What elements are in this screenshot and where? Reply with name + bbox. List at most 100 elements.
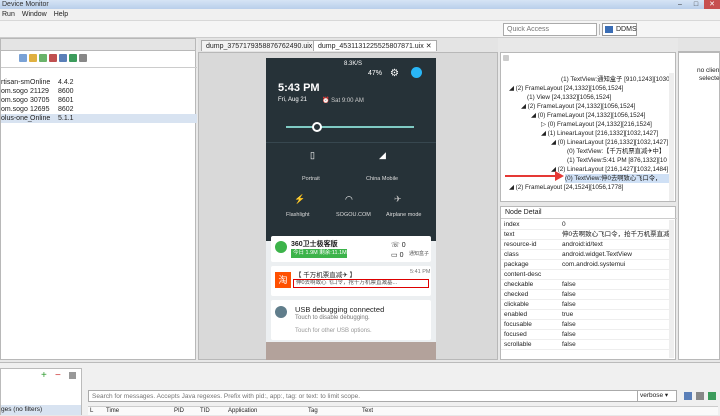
tree-node[interactable]: ◢ (2) FrameLayout [24,1332][1056,1524] bbox=[521, 102, 635, 111]
stop-icon[interactable] bbox=[48, 54, 57, 62]
add-filter-icon[interactable]: + bbox=[41, 371, 47, 381]
tree-node[interactable]: (0) TextView:【千万机票直减✈中】 bbox=[567, 147, 665, 156]
device-row-selected[interactable]: olus-one_ Online 5.1.1 bbox=[1, 114, 197, 123]
tree-node[interactable]: ◢ (2) FrameLayout [24,1332][1056,1524] bbox=[509, 84, 623, 93]
tree-node[interactable]: ◢ (2) FrameLayout [24,1524][1056,1778] bbox=[509, 183, 669, 192]
taobao-icon: 淘 bbox=[275, 272, 291, 288]
ddms-perspective-button[interactable]: DDMS bbox=[602, 23, 637, 36]
flashlight-icon[interactable]: ⚡ bbox=[294, 194, 305, 205]
tree-node[interactable]: ◢ (0) LinearLayout [216,1332][1032,1427] bbox=[551, 138, 668, 147]
tree-scrollbar[interactable] bbox=[669, 73, 674, 201]
clients-tabstrip bbox=[678, 38, 720, 52]
clear-log-icon[interactable] bbox=[696, 392, 704, 400]
prop-row[interactable]: checked false bbox=[501, 290, 673, 300]
user-avatar-icon[interactable] bbox=[411, 67, 422, 78]
device-screenshot[interactable]: 8.3K/S 47% ⚙ 5:43 PM Fri, Aug 21 ⏰ Sat 9… bbox=[266, 58, 436, 360]
view-menu-icon[interactable] bbox=[78, 54, 87, 62]
prop-row[interactable]: package com.android.systemui bbox=[501, 260, 673, 270]
prop-row[interactable]: text 伸0去啊致心飞口令，抢千万机票直减 bbox=[501, 230, 673, 240]
tree-node[interactable]: (1) TextView:5:41 PM [876,1332][10 bbox=[567, 156, 667, 165]
filter-item[interactable]: ges (no filters) bbox=[1, 405, 81, 415]
edit-filter-icon[interactable] bbox=[69, 372, 76, 379]
prop-row[interactable]: focusable false bbox=[501, 320, 673, 330]
logcat-header: L Time PID TID Application Tag Text bbox=[88, 406, 718, 415]
prop-row[interactable]: checkable false bbox=[501, 280, 673, 290]
minimize-button[interactable]: – bbox=[672, 0, 688, 9]
android-debug-icon bbox=[275, 306, 287, 318]
prop-row[interactable]: index 0 bbox=[501, 220, 673, 230]
tree-node[interactable]: (1) TextView:通知盒子 [910,1243][1030, bbox=[561, 75, 671, 84]
prop-row[interactable]: clickable false bbox=[501, 300, 673, 310]
heap-icon[interactable] bbox=[28, 54, 37, 62]
window-title: Device Monitor bbox=[2, 1, 49, 8]
clock-time: 5:43 PM bbox=[278, 82, 320, 94]
menu-help[interactable]: Help bbox=[54, 11, 68, 18]
tree-node-selected[interactable]: (0) TextView:伸0去啊致心飞口令， bbox=[565, 174, 669, 183]
expand-all-icon[interactable] bbox=[503, 55, 509, 61]
device-row[interactable]: om.sogo 21129 8600 bbox=[1, 87, 85, 96]
date-text: Fri, Aug 21 bbox=[278, 97, 308, 103]
prop-row[interactable]: resource-id android:id/text bbox=[501, 240, 673, 250]
devices-toolbar bbox=[19, 54, 87, 64]
menu-window[interactable]: Window bbox=[22, 11, 47, 18]
scroll-lock-icon[interactable] bbox=[708, 392, 716, 400]
logcat-search-input[interactable] bbox=[88, 390, 660, 402]
airplane-icon[interactable]: ✈ bbox=[394, 194, 402, 205]
tab-dump-1[interactable]: dump_3757179358876762490.uix bbox=[201, 40, 318, 51]
tree-node[interactable]: ◢ (0) FrameLayout [24,1332][1056,1524] bbox=[531, 111, 645, 120]
quick-settings-body bbox=[266, 171, 436, 241]
save-log-icon[interactable] bbox=[684, 392, 692, 400]
device-row[interactable]: om.sogo 12695 8602 bbox=[1, 105, 85, 114]
menu-run[interactable]: Run bbox=[2, 11, 15, 18]
detail-scrollbar[interactable] bbox=[669, 220, 674, 358]
menu-bar: Run Window Help bbox=[0, 9, 720, 21]
camera-icon[interactable] bbox=[58, 54, 67, 62]
device-row[interactable]: om.sogo 30705 8601 bbox=[1, 96, 85, 105]
prop-row[interactable]: class android.widget.TextView bbox=[501, 250, 673, 260]
wifi-label: SOGOU.COM bbox=[336, 212, 371, 218]
network-speed: 8.3K/S bbox=[344, 61, 363, 67]
notification-taobao[interactable]: 淘 【 千万机票直减✈ 】 5:41 PM 伸0去啊致心飞口令，抢千万机票直减基… bbox=[271, 266, 431, 296]
tab-dump-2[interactable]: dump_4531131225525807871.uix ✕ bbox=[313, 40, 437, 51]
dump-hierarchy-icon[interactable] bbox=[68, 54, 77, 62]
wifi-icon[interactable]: ◠ bbox=[345, 194, 353, 205]
brightness-thumb[interactable] bbox=[312, 122, 322, 132]
signal-icon: ◢ bbox=[379, 150, 386, 160]
brightness-slider[interactable] bbox=[286, 126, 414, 128]
notification-360[interactable]: 360卫士极客版 今日 1.9M 剩余:11.1M ☏ 0 ▭ 0 通知盒子 bbox=[271, 236, 431, 262]
editor-tabstrip: dump_3757179358876762490.uix dump_453113… bbox=[198, 38, 498, 52]
device-row[interactable]: rtisan-sm Online 4.4.2 bbox=[1, 78, 85, 87]
notification-subtitle: Touch to disable debugging. bbox=[295, 315, 370, 321]
home-background-strip bbox=[266, 342, 436, 360]
close-button[interactable]: ✕ bbox=[704, 0, 720, 9]
prop-row[interactable]: scrollable false bbox=[501, 340, 673, 350]
prop-row[interactable]: enabled true bbox=[501, 310, 673, 320]
threads-icon[interactable] bbox=[38, 54, 47, 62]
divider bbox=[501, 218, 677, 219]
devices-panel: rtisan-sm Online 4.4.2 om.sogo 21129 8600 om… bbox=[0, 38, 197, 360]
prop-row[interactable]: content-desc bbox=[501, 270, 673, 280]
quick-access-input[interactable] bbox=[503, 23, 597, 36]
alarm-text: ⏰ Sat 9:00 AM bbox=[322, 98, 364, 104]
divider bbox=[1, 67, 197, 68]
ddms-icon bbox=[605, 26, 613, 33]
tree-toolbar bbox=[503, 55, 673, 64]
rotation-icon[interactable]: ▯ bbox=[310, 150, 315, 161]
prop-row[interactable]: focused false bbox=[501, 330, 673, 340]
remove-filter-icon[interactable]: − bbox=[55, 371, 61, 381]
debug-icon[interactable] bbox=[19, 54, 27, 62]
tree-node[interactable]: ◢ (1) LinearLayout [216,1332][1032,1427] bbox=[541, 129, 658, 138]
selected-text: selecte bbox=[699, 75, 720, 82]
tree-node[interactable]: ◢ (2) LinearLayout [216,1427][1032,1484] bbox=[551, 165, 668, 174]
notification-title: 360卫士极客版 bbox=[291, 241, 338, 248]
node-detail-title: Node Detail bbox=[505, 209, 542, 216]
log-level-select[interactable]: verbose ▾ bbox=[637, 390, 677, 402]
maximize-button[interactable]: □ bbox=[688, 0, 704, 9]
notification-usb-debugging[interactable]: USB debugging connected Touch to disable… bbox=[271, 300, 431, 340]
tree-node[interactable]: (1) View [24,1332][1056,1524] bbox=[527, 93, 611, 102]
toggle-portrait-label2: Portrait bbox=[302, 176, 320, 182]
tree-node[interactable]: ▷ (0) FrameLayout [24,1332][216,1524] bbox=[541, 120, 652, 129]
traffic-bar: 今日 1.9M 剩余:11.1M bbox=[291, 249, 347, 258]
gear-icon[interactable]: ⚙ bbox=[390, 68, 399, 79]
flashlight-label: Flashlight bbox=[286, 212, 310, 218]
